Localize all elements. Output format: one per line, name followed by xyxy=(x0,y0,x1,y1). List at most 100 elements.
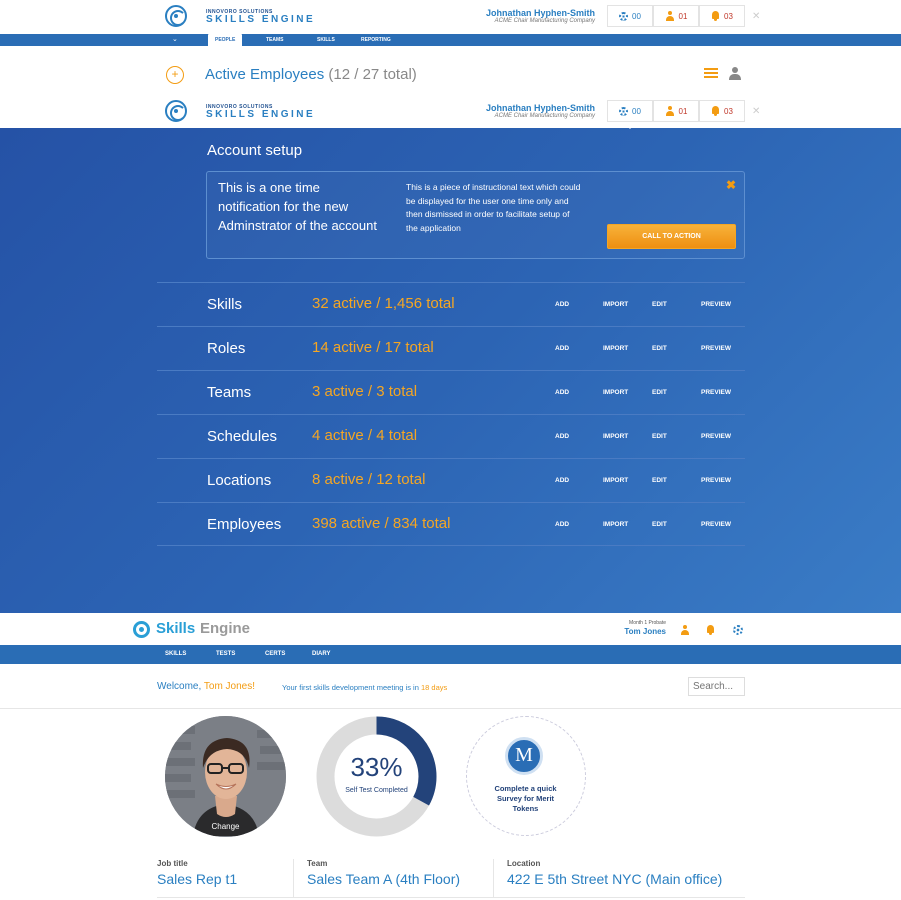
add-button[interactable]: ADD xyxy=(555,301,569,308)
alerts-count: 03 xyxy=(724,106,733,116)
chevron-down-icon[interactable]: ⌄ xyxy=(172,35,178,43)
logo-engine-text: Engine xyxy=(200,620,251,637)
team-value[interactable]: Sales Team A (4th Floor) xyxy=(307,871,460,887)
job-title-label: Job title xyxy=(157,859,188,868)
close-icon[interactable]: ✖ xyxy=(726,178,736,192)
edit-button[interactable]: EDIT xyxy=(652,477,667,484)
edit-button[interactable]: EDIT xyxy=(652,521,667,528)
nav-teams[interactable]: TEAMS xyxy=(266,34,284,46)
info-divider xyxy=(493,859,494,897)
add-button[interactable]: ADD xyxy=(555,433,569,440)
add-button[interactable]: ADD xyxy=(555,521,569,528)
page-title: Active Employees (12 / 27 total) xyxy=(205,66,417,83)
employees-title: Active Employees xyxy=(205,66,325,83)
import-button[interactable]: IMPORT xyxy=(603,389,628,396)
nav-tests[interactable]: TESTS xyxy=(216,645,235,664)
setup-row: Employees 398 active / 834 total ADD IMPORT… xyxy=(157,502,745,546)
person-icon[interactable] xyxy=(680,625,690,635)
edit-button[interactable]: EDIT xyxy=(652,389,667,396)
setup-row-label: Employees xyxy=(207,516,282,533)
location-value[interactable]: 422 E 5th Street NYC (Main office) xyxy=(507,871,722,887)
alerts-counter[interactable]: 03 xyxy=(699,100,745,122)
nav-diary[interactable]: DIARY xyxy=(312,645,330,664)
preview-button[interactable]: PREVIEW xyxy=(701,433,731,440)
preview-button[interactable]: PREVIEW xyxy=(701,301,731,308)
import-button[interactable]: IMPORT xyxy=(603,433,628,440)
edit-button[interactable]: EDIT xyxy=(652,433,667,440)
bell-icon xyxy=(711,11,720,21)
nav-skills[interactable]: SKILLS xyxy=(165,645,186,664)
setup-row-label: Roles xyxy=(207,340,246,357)
user-view-icon[interactable] xyxy=(728,67,742,81)
team-label: Team xyxy=(307,859,328,868)
people-count: 01 xyxy=(678,106,688,116)
preview-button[interactable]: PREVIEW xyxy=(701,345,731,352)
logo-product: SKILLS ENGINE xyxy=(206,14,316,25)
people-counter[interactable]: 01 xyxy=(653,100,699,122)
swirl-logo-icon xyxy=(165,100,187,122)
close-icon[interactable]: ✕ xyxy=(752,11,760,22)
swirl-logo-icon xyxy=(165,5,187,27)
setup-row: Skills 32 active / 1,456 total ADD IMPORT ED… xyxy=(157,282,745,326)
search-input[interactable] xyxy=(688,677,745,696)
nav-certs[interactable]: CERTS xyxy=(265,645,285,664)
import-button[interactable]: IMPORT xyxy=(603,521,628,528)
logo-skills-text: Skills xyxy=(156,620,196,637)
add-button[interactable]: ADD xyxy=(555,345,569,352)
survey-label[interactable]: Complete a quick Survey for Merit Tokens xyxy=(488,784,563,814)
people-counter[interactable]: 01 xyxy=(653,5,699,27)
setup-row-count: 32 active / 1,456 total xyxy=(312,295,455,312)
welcome-prefix: Welcome, xyxy=(157,681,202,692)
preview-button[interactable]: PREVIEW xyxy=(701,521,731,528)
dropdown-caret xyxy=(623,122,637,129)
preview-button[interactable]: PREVIEW xyxy=(701,389,731,396)
job-title-value[interactable]: Sales Rep t1 xyxy=(157,871,237,887)
settings-counter[interactable]: 00 xyxy=(607,100,653,122)
add-button[interactable]: ADD xyxy=(555,389,569,396)
setup-row: Teams 3 active / 3 total ADD IMPORT EDIT PREV… xyxy=(157,370,745,414)
user-name[interactable]: Johnathan Hyphen-Smith xyxy=(435,8,595,18)
nav-skills[interactable]: SKILLS xyxy=(317,34,335,46)
progress-percent: 33% xyxy=(350,752,403,782)
close-icon[interactable]: ✕ xyxy=(752,106,760,117)
list-view-icon[interactable] xyxy=(704,68,718,80)
gear-icon[interactable] xyxy=(733,625,743,635)
add-employee-button[interactable]: + xyxy=(166,66,184,84)
edit-button[interactable]: EDIT xyxy=(652,345,667,352)
alerts-count: 03 xyxy=(724,11,733,21)
setup-row-label: Teams xyxy=(207,384,252,401)
portrait-image xyxy=(165,716,286,837)
settings-count: 00 xyxy=(632,11,641,21)
avatar[interactable]: Change xyxy=(165,716,286,837)
survey-card[interactable] xyxy=(466,716,586,836)
edit-button[interactable]: EDIT xyxy=(652,301,667,308)
location-label: Location xyxy=(507,859,541,868)
app-user-name[interactable]: Tom Jones xyxy=(606,627,666,636)
nav-people[interactable]: PEOPLE xyxy=(208,34,243,46)
add-button[interactable]: ADD xyxy=(555,477,569,484)
preview-button[interactable]: PREVIEW xyxy=(701,477,731,484)
change-photo-label[interactable]: Change xyxy=(165,822,286,831)
probate-status: Month 1 Probate xyxy=(629,620,666,626)
settings-counter[interactable]: 00 xyxy=(607,5,653,27)
section-divider xyxy=(0,708,901,709)
import-button[interactable]: IMPORT xyxy=(603,477,628,484)
import-button[interactable]: IMPORT xyxy=(603,301,628,308)
setup-row-count: 14 active / 17 total xyxy=(312,339,434,356)
bell-icon[interactable] xyxy=(706,625,715,635)
alerts-counter[interactable]: 03 xyxy=(699,5,745,27)
info-divider xyxy=(293,859,294,897)
meeting-days: 18 days xyxy=(420,683,448,692)
import-button[interactable]: IMPORT xyxy=(603,345,628,352)
gear-icon xyxy=(619,106,629,116)
call-to-action-button[interactable]: CALL TO ACTION xyxy=(607,224,736,249)
welcome-name: Tom Jones! xyxy=(203,681,256,692)
setup-row: Schedules 4 active / 4 total ADD IMPORT EDIT… xyxy=(157,414,745,458)
setup-row: Locations 8 active / 12 total ADD IMPORT EDI… xyxy=(157,458,745,502)
account-setup-title: Account setup xyxy=(207,142,303,159)
user-name[interactable]: Johnathan Hyphen-Smith xyxy=(435,103,595,113)
notification-box: This is a one time notification for the … xyxy=(206,171,745,259)
setup-row-count: 4 active / 4 total xyxy=(312,427,418,444)
nav-reporting[interactable]: REPORTING xyxy=(361,34,391,46)
person-icon xyxy=(665,106,675,116)
